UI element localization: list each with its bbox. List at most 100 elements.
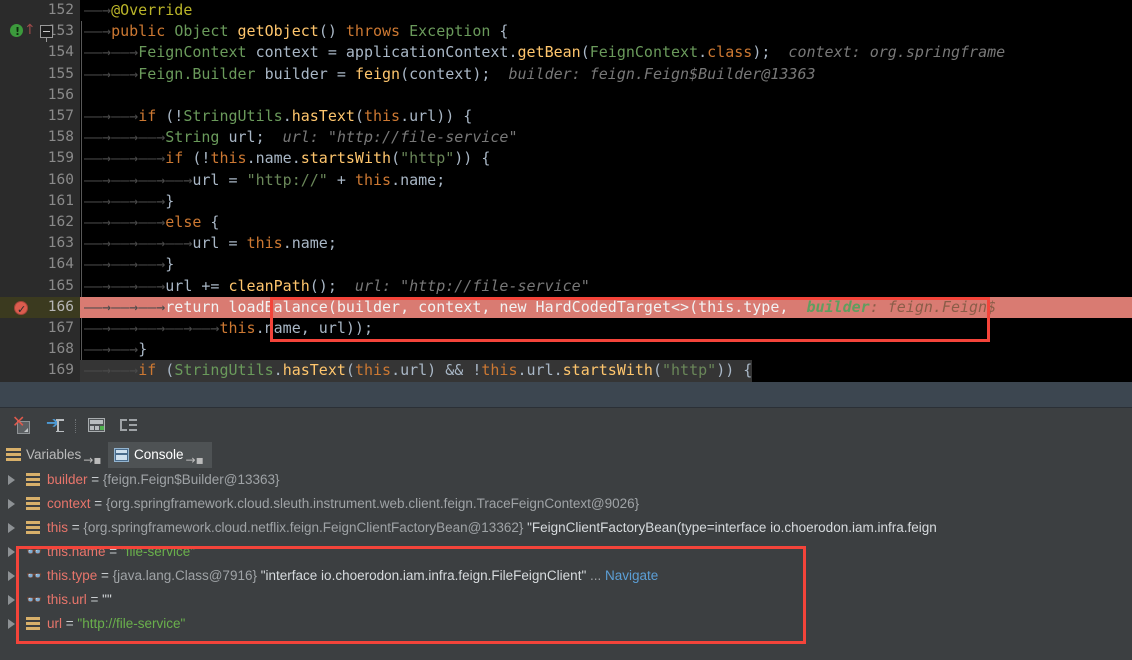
tab-variables-pin-icon[interactable]: →▪ xyxy=(83,453,101,467)
fold-collapse-icon[interactable] xyxy=(40,25,53,39)
code-line-160[interactable]: 160 ——→——→——→——→url = "http://" + this.na… xyxy=(0,169,1132,191)
variables-panel[interactable]: builder = {feign.Feign$Builder@13363} con… xyxy=(0,468,1132,660)
field-icon xyxy=(26,617,41,632)
tab-variables[interactable]: Variables →▪ xyxy=(0,442,108,468)
variable-row[interactable]: context = {org.springframework.cloud.sle… xyxy=(0,492,1132,516)
code-text-163[interactable]: ——→——→——→——→url = this.name; xyxy=(80,233,1132,254)
gutter-icons[interactable] xyxy=(14,297,80,320)
variable-text: this.url = "" xyxy=(47,592,112,607)
code-text-164[interactable]: ——→——→——→} xyxy=(80,254,1132,275)
code-text-157[interactable]: ——→——→if (!StringUtils.hasText(this.url)… xyxy=(80,106,1132,127)
code-line-165[interactable]: 165 ——→——→——→url += cleanPath(); url: "ht… xyxy=(0,275,1132,297)
expand-triangle-icon[interactable] xyxy=(8,499,15,509)
tab-console-label: Console xyxy=(134,447,184,462)
inline-value-hint: : feign.Feign$ xyxy=(869,297,997,316)
field-icon xyxy=(26,473,41,488)
variable-row[interactable]: this = {org.springframework.cloud.netfli… xyxy=(0,516,1132,540)
line-number-167: 167 xyxy=(0,318,80,340)
expand-triangle-icon[interactable] xyxy=(8,595,15,605)
code-line-164[interactable]: 164 ——→——→——→} xyxy=(0,254,1132,276)
code-line-152[interactable]: 152 ——→@Override xyxy=(0,0,1132,22)
field-icon xyxy=(26,497,41,512)
expand-triangle-icon[interactable] xyxy=(8,475,15,485)
evaluate-expression-icon[interactable] xyxy=(86,415,106,435)
expand-triangle-icon[interactable] xyxy=(8,523,15,533)
code-line-154[interactable]: 154 ——→——→FeignContext context = applicat… xyxy=(0,42,1132,64)
executing-statement: return loadBalance(builder, context, new… xyxy=(165,297,789,316)
code-line-155[interactable]: 155 ——→——→Feign.Builder builder = feign(c… xyxy=(0,63,1132,85)
line-number-155: 155 xyxy=(0,63,80,85)
code-text-158[interactable]: ——→——→——→String url; url: "http://file-s… xyxy=(80,127,1132,148)
code-text-168[interactable]: ——→——→} xyxy=(80,339,1132,360)
watch-icon: 👓 xyxy=(26,593,43,608)
mute-breakpoints-icon[interactable]: ✕ xyxy=(12,414,32,435)
variable-text: builder = {feign.Feign$Builder@13363} xyxy=(47,472,280,487)
line-number-162: 162 xyxy=(0,212,80,234)
code-editor[interactable]: 152——→@Override153↑——→public Object getO… xyxy=(0,0,1132,382)
code-text-167[interactable]: ——→——→——→——→——→this.name, url)); xyxy=(80,318,1132,339)
code-line-169[interactable]: 169 ——→——→if (StringUtils.hasText(this.ur… xyxy=(0,360,1132,382)
debug-tab-bar[interactable]: Variables →▪ Console →▪ xyxy=(0,442,1132,468)
code-line-153[interactable]: 153↑——→public Object getObject() throws … xyxy=(0,21,1132,45)
line-number-152: 152 xyxy=(0,0,80,22)
code-line-157[interactable]: 157 ——→——→if (!StringUtils.hasText(this.u… xyxy=(0,106,1132,128)
watch-icon: 👓 xyxy=(26,545,43,560)
expand-triangle-icon[interactable] xyxy=(8,571,15,581)
line-number-161: 161 xyxy=(0,190,80,212)
code-line-158[interactable]: 158 ——→——→——→String url; url: "http://fil… xyxy=(0,127,1132,149)
tab-console-pin-icon[interactable]: →▪ xyxy=(186,453,204,467)
jump-to-cursor-icon[interactable]: ➔ xyxy=(46,415,66,435)
variable-text: this.name = "file-service" xyxy=(47,544,196,559)
code-line-168[interactable]: 168 ——→——→} xyxy=(0,339,1132,361)
code-text-162[interactable]: ——→——→——→else { xyxy=(80,212,1132,233)
line-number-160: 160 xyxy=(0,169,80,191)
variable-text: context = {org.springframework.cloud.sle… xyxy=(47,496,640,511)
code-text-160[interactable]: ——→——→——→——→url = "http://" + this.name; xyxy=(80,170,1132,191)
code-text-153[interactable]: ——→public Object getObject() throws Exce… xyxy=(80,21,1132,42)
watch-icon: 👓 xyxy=(26,569,43,584)
variable-row[interactable]: 👓 this.name = "file-service" xyxy=(0,540,1132,564)
debug-panel-divider xyxy=(0,382,1132,408)
line-number-169: 169 xyxy=(0,360,80,382)
code-text-152[interactable]: ——→@Override xyxy=(80,0,1132,21)
debug-toolbar[interactable]: ✕ ➔ xyxy=(0,408,1132,442)
code-line-159[interactable]: 159 ——→——→——→if (!this.name.startsWith("h… xyxy=(0,148,1132,170)
variable-text: this = {org.springframework.cloud.netfli… xyxy=(47,520,937,535)
code-line-166[interactable]: 166——→——→——→return loadBalance(builder, … xyxy=(0,296,1132,320)
line-number-154: 154 xyxy=(0,42,80,64)
variable-row[interactable]: 👓 this.type = {java.lang.Class@7916} "int… xyxy=(0,564,1132,588)
expand-triangle-icon[interactable] xyxy=(8,547,15,557)
code-line-156[interactable]: 156 xyxy=(0,84,1132,106)
code-text-154[interactable]: ——→——→FeignContext context = application… xyxy=(80,42,1132,63)
code-text-159[interactable]: ——→——→——→if (!this.name.startsWith("http… xyxy=(80,148,1132,169)
code-text-165[interactable]: ——→——→——→url += cleanPath(); url: "http:… xyxy=(80,276,1132,297)
line-number-159: 159 xyxy=(0,148,80,170)
code-line-161[interactable]: 161 ——→——→——→} xyxy=(0,190,1132,212)
breakpoint-hit-icon[interactable] xyxy=(14,299,28,320)
variable-row[interactable]: url = "http://file-service" xyxy=(0,612,1132,636)
inline-value-hint: url: "http://file-service" xyxy=(264,128,518,147)
line-number-168: 168 xyxy=(0,339,80,361)
code-text-156[interactable] xyxy=(80,85,1132,106)
line-number-157: 157 xyxy=(0,106,80,128)
inline-value-hint: url: "http://file-service" xyxy=(336,276,590,295)
code-text-169[interactable]: ——→——→if (StringUtils.hasText(this.url) … xyxy=(80,360,753,382)
line-number-163: 163 xyxy=(0,233,80,255)
tab-variables-label: Variables xyxy=(26,447,82,462)
code-text-166[interactable]: ——→——→——→return loadBalance(builder, con… xyxy=(80,296,1132,318)
code-line-163[interactable]: 163 ——→——→——→——→url = this.name; xyxy=(0,233,1132,255)
expand-triangle-icon[interactable] xyxy=(8,619,15,629)
line-number-165: 165 xyxy=(0,275,80,297)
code-line-167[interactable]: 167 ——→——→——→——→——→this.name, url)); xyxy=(0,318,1132,340)
group-by-icon[interactable] xyxy=(118,415,138,435)
code-text-155[interactable]: ——→——→Feign.Builder builder = feign(cont… xyxy=(80,64,1132,85)
variable-row[interactable]: 👓 this.url = "" xyxy=(0,588,1132,612)
variable-row[interactable]: builder = {feign.Feign$Builder@13363} xyxy=(0,468,1132,492)
toolbar-separator xyxy=(75,419,77,433)
inline-value-hint: builder: feign.Feign$Builder@13363 xyxy=(490,64,816,83)
tab-console[interactable]: Console →▪ xyxy=(108,442,212,468)
code-text-161[interactable]: ——→——→——→} xyxy=(80,191,1132,212)
gutter-icons[interactable]: ↑ xyxy=(10,21,80,45)
code-line-162[interactable]: 162 ——→——→——→else { xyxy=(0,212,1132,234)
line-number-156: 156 xyxy=(0,84,80,106)
